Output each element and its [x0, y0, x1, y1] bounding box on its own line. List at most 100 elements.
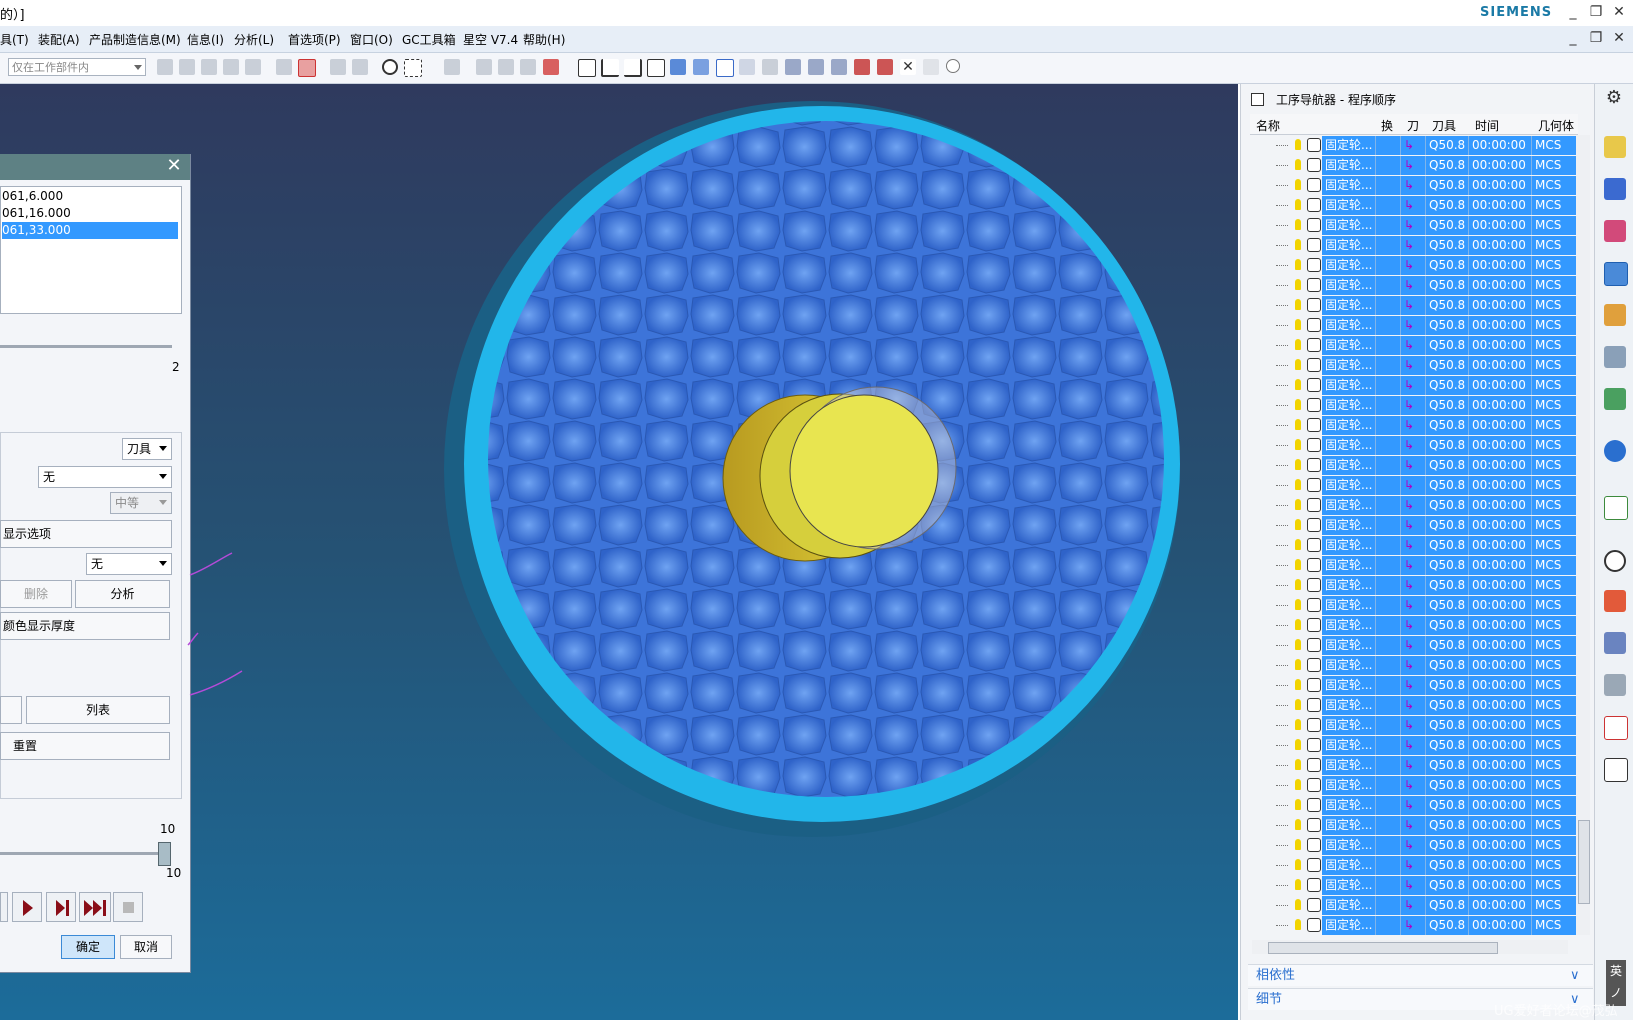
cell-tool-change[interactable]: [1376, 256, 1401, 275]
cell-name[interactable]: 固定轮...: [1322, 736, 1376, 755]
corner-icon[interactable]: [624, 59, 642, 77]
cell-tool-change[interactable]: [1376, 736, 1401, 755]
cell-path[interactable]: ↳: [1401, 616, 1426, 635]
undo-icon[interactable]: [476, 59, 492, 75]
table-row[interactable]: 固定轮... ↳ Q50.8 00:00:00 MCS: [1250, 476, 1578, 495]
cell-time[interactable]: 00:00:00: [1469, 276, 1532, 295]
cell-tool-change[interactable]: [1376, 296, 1401, 315]
cell-geometry[interactable]: MCS: [1532, 756, 1578, 775]
circle-select-icon[interactable]: [382, 59, 398, 75]
cell-time[interactable]: 00:00:00: [1469, 516, 1532, 535]
table-row[interactable]: 固定轮... ↳ Q50.8 00:00:00 MCS: [1250, 156, 1578, 175]
table-row[interactable]: 固定轮... ↳ Q50.8 00:00:00 MCS: [1250, 796, 1578, 815]
cell-path[interactable]: ↳: [1401, 656, 1426, 675]
cell-name[interactable]: 固定轮...: [1322, 516, 1376, 535]
table-row[interactable]: 固定轮... ↳ Q50.8 00:00:00 MCS: [1250, 636, 1578, 655]
cell-geometry[interactable]: MCS: [1532, 456, 1578, 475]
cell-time[interactable]: 00:00:00: [1469, 896, 1532, 915]
table-row[interactable]: 固定轮... ↳ Q50.8 00:00:00 MCS: [1250, 756, 1578, 775]
snap-point-icon[interactable]: [298, 59, 316, 77]
cell-path[interactable]: ↳: [1401, 376, 1426, 395]
cell-name[interactable]: 固定轮...: [1322, 296, 1376, 315]
cell-tool[interactable]: Q50.8: [1426, 476, 1469, 495]
cell-tool[interactable]: Q50.8: [1426, 756, 1469, 775]
menu-assembly[interactable]: 装配(A): [38, 31, 80, 48]
layer-icon[interactable]: [543, 59, 559, 75]
cell-tool[interactable]: Q50.8: [1426, 456, 1469, 475]
cell-path[interactable]: ↳: [1401, 416, 1426, 435]
cell-name[interactable]: 固定轮...: [1322, 776, 1376, 795]
rectangle-select-icon[interactable]: [404, 59, 422, 77]
cell-tool-change[interactable]: [1376, 676, 1401, 695]
cell-time[interactable]: 00:00:00: [1469, 736, 1532, 755]
cell-time[interactable]: 00:00:00: [1469, 756, 1532, 775]
cell-path[interactable]: ↳: [1401, 396, 1426, 415]
cell-path[interactable]: ↳: [1401, 556, 1426, 575]
cell-path[interactable]: ↳: [1401, 636, 1426, 655]
cell-geometry[interactable]: MCS: [1532, 836, 1578, 855]
cell-path[interactable]: ↳: [1401, 696, 1426, 715]
reuse-library-icon[interactable]: [1604, 346, 1626, 368]
select-feature-icon[interactable]: [245, 59, 261, 75]
cell-time[interactable]: 00:00:00: [1469, 876, 1532, 895]
cell-tool-change[interactable]: [1376, 636, 1401, 655]
progress-slider-track[interactable]: [0, 345, 172, 348]
cell-path[interactable]: ↳: [1401, 196, 1426, 215]
cell-geometry[interactable]: MCS: [1532, 416, 1578, 435]
ipw-dropdown[interactable]: 无: [86, 553, 172, 575]
ok-button[interactable]: 确定: [61, 935, 115, 959]
select-body-icon[interactable]: [179, 59, 195, 75]
cell-time[interactable]: 00:00:00: [1469, 536, 1532, 555]
quick-pick-icon[interactable]: [330, 59, 346, 75]
roles-icon[interactable]: [1604, 632, 1626, 654]
cell-tool[interactable]: Q50.8: [1426, 776, 1469, 795]
analyze-icon[interactable]: [808, 59, 824, 75]
cell-geometry[interactable]: MCS: [1532, 876, 1578, 895]
cell-name[interactable]: 固定轮...: [1322, 756, 1376, 775]
cell-name[interactable]: 固定轮...: [1322, 356, 1376, 375]
sheet-icon[interactable]: [578, 59, 596, 77]
cell-tool-change[interactable]: [1376, 716, 1401, 735]
doc-close-button[interactable]: ✕: [1609, 29, 1629, 47]
forward-icon[interactable]: [520, 59, 536, 75]
cell-time[interactable]: 00:00:00: [1469, 776, 1532, 795]
cell-tool[interactable]: Q50.8: [1426, 656, 1469, 675]
cell-tool-change[interactable]: [1376, 476, 1401, 495]
shaded-view-icon[interactable]: [670, 59, 686, 75]
cell-name[interactable]: 固定轮...: [1322, 416, 1376, 435]
cell-time[interactable]: 00:00:00: [1469, 156, 1532, 175]
cell-path[interactable]: ↳: [1401, 536, 1426, 555]
table-row[interactable]: 固定轮... ↳ Q50.8 00:00:00 MCS: [1250, 256, 1578, 275]
cell-geometry[interactable]: MCS: [1532, 156, 1578, 175]
restore-button[interactable]: ❐: [1586, 3, 1606, 21]
vertical-scroll-thumb[interactable]: [1578, 820, 1590, 904]
table-row[interactable]: 固定轮... ↳ Q50.8 00:00:00 MCS: [1250, 836, 1578, 855]
column-time[interactable]: 时间: [1475, 117, 1499, 134]
cell-geometry[interactable]: MCS: [1532, 556, 1578, 575]
cell-geometry[interactable]: MCS: [1532, 256, 1578, 275]
cell-name[interactable]: 固定轮...: [1322, 636, 1376, 655]
mesh-view-icon[interactable]: [739, 59, 755, 75]
cell-time[interactable]: 00:00:00: [1469, 916, 1532, 935]
cell-path[interactable]: ↳: [1401, 256, 1426, 275]
cell-time[interactable]: 00:00:00: [1469, 336, 1532, 355]
back-icon[interactable]: [498, 59, 514, 75]
tool-display-dropdown[interactable]: 无: [38, 466, 172, 488]
cell-tool[interactable]: Q50.8: [1426, 336, 1469, 355]
cell-tool[interactable]: Q50.8: [1426, 276, 1469, 295]
cell-path[interactable]: ↳: [1401, 676, 1426, 695]
machine-tool-icon[interactable]: [1604, 178, 1626, 200]
cell-geometry[interactable]: MCS: [1532, 276, 1578, 295]
measure-icon[interactable]: [785, 59, 801, 75]
cell-name[interactable]: 固定轮...: [1322, 396, 1376, 415]
cell-tool-change[interactable]: [1376, 896, 1401, 915]
cell-geometry[interactable]: MCS: [1532, 776, 1578, 795]
cell-geometry[interactable]: MCS: [1532, 196, 1578, 215]
cell-time[interactable]: 00:00:00: [1469, 176, 1532, 195]
table-row[interactable]: 固定轮... ↳ Q50.8 00:00:00 MCS: [1250, 716, 1578, 735]
cell-name[interactable]: 固定轮...: [1322, 896, 1376, 915]
cell-tool[interactable]: Q50.8: [1426, 196, 1469, 215]
table-row[interactable]: 固定轮... ↳ Q50.8 00:00:00 MCS: [1250, 276, 1578, 295]
precision-dropdown[interactable]: 中等: [110, 492, 172, 514]
navigator-pin-checkbox[interactable]: [1251, 93, 1264, 106]
